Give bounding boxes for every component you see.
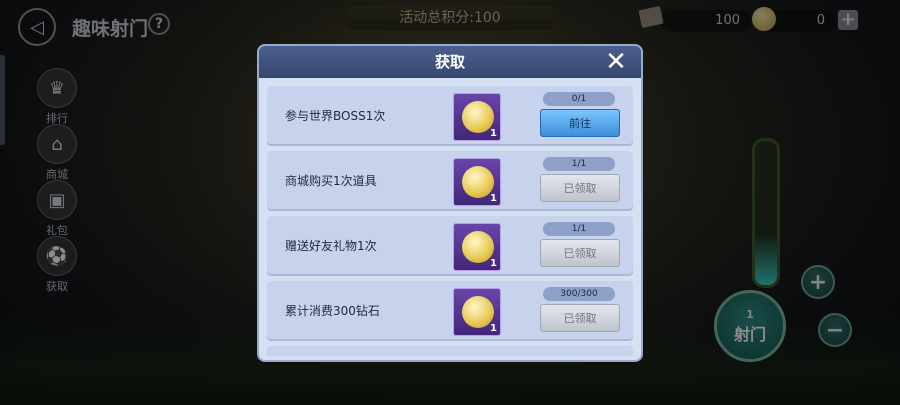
reward-item[interactable]: 1: [453, 93, 501, 141]
obtain-dialog: 获取 ✕ 参与世界BOSS1次 1 0/1 前往 商城购买1次道具 1 1/1 …: [259, 46, 641, 360]
reward-qty: 1: [490, 258, 497, 269]
claimed-button[interactable]: 已领取: [540, 174, 620, 202]
task-row: 商城购买1次道具 1 1/1 已领取: [267, 151, 633, 211]
task-label: 赠送好友礼物1次: [285, 239, 377, 253]
claimed-button[interactable]: 已领取: [540, 239, 620, 267]
reward-item[interactable]: 1: [453, 288, 501, 336]
go-button[interactable]: 前往: [540, 109, 620, 137]
task-progress: 1/1: [543, 222, 615, 236]
task-row: 参与世界BOSS1次 1 0/1 前往: [267, 86, 633, 146]
task-label: 商城购买1次道具: [285, 174, 377, 188]
task-progress: 0/1: [543, 92, 615, 106]
task-label: 参与世界BOSS1次: [285, 109, 386, 123]
reward-item[interactable]: 1: [453, 223, 501, 271]
claimed-button[interactable]: 已领取: [540, 304, 620, 332]
reward-item[interactable]: 1: [453, 158, 501, 206]
reward-qty: 1: [490, 323, 497, 334]
dialog-header: 获取 ✕: [259, 46, 641, 78]
dialog-title: 获取: [434, 53, 465, 71]
close-button[interactable]: ✕: [603, 49, 629, 75]
reward-qty: 1: [490, 128, 497, 139]
task-progress: 1/1: [543, 157, 615, 171]
task-row: 赠送好友礼物1次 1 1/1 已领取: [267, 216, 633, 276]
next-task-row-edge: [267, 346, 633, 356]
task-row: 累计消费300钻石 1 300/300 已领取: [267, 281, 633, 341]
task-list[interactable]: 参与世界BOSS1次 1 0/1 前往 商城购买1次道具 1 1/1 已领取 赠…: [267, 86, 633, 346]
task-progress: 300/300: [543, 287, 615, 301]
task-label: 累计消费300钻石: [285, 304, 380, 318]
reward-qty: 1: [490, 193, 497, 204]
